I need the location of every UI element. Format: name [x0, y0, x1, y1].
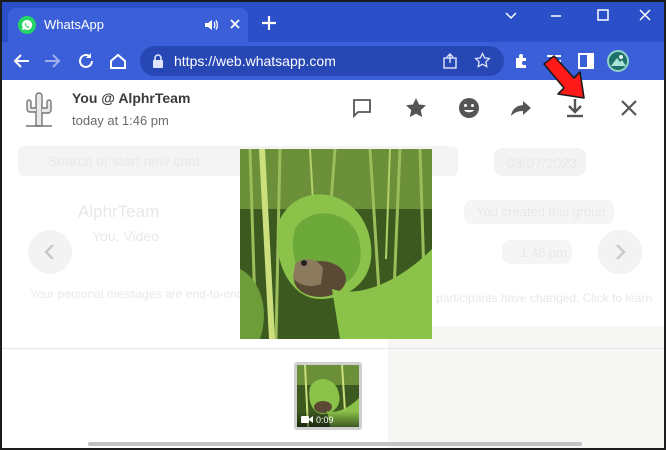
speaker-icon[interactable]	[203, 17, 219, 33]
bookmark-star-icon[interactable]	[474, 52, 491, 69]
whatsapp-page: Search or start new chat 03/07/2023 Alph…	[2, 80, 664, 448]
background-image-area	[388, 326, 664, 448]
browser-window: WhatsApp https://web.whatsapp.com Search…	[0, 0, 666, 450]
background-encryption-notice: Your personal messages are end-to-end	[30, 287, 244, 301]
video-camera-icon	[301, 416, 313, 423]
background-date-text: 03/07/2023	[507, 155, 578, 171]
close-icon[interactable]	[617, 96, 641, 120]
next-media-button[interactable]	[598, 230, 642, 274]
media-preview[interactable]	[240, 149, 432, 339]
profile-avatar[interactable]	[607, 50, 629, 72]
close-window-icon[interactable]	[634, 7, 656, 25]
sent-time: today at 1:46 pm	[72, 113, 169, 128]
lock-icon[interactable]	[152, 54, 164, 68]
emoji-icon[interactable]	[457, 96, 481, 120]
background-time-text: 1:46 pm	[520, 245, 567, 260]
red-annotation-arrow	[543, 55, 585, 99]
background-chat-preview: You, Video	[92, 228, 159, 244]
new-tab-icon[interactable]	[260, 14, 278, 32]
title-bar: WhatsApp	[2, 2, 664, 42]
thumbnail-scrollbar[interactable]	[88, 442, 582, 446]
background-chat-name: AlphrTeam	[78, 202, 160, 221]
minimize-icon[interactable]	[545, 7, 567, 25]
forward-icon[interactable]	[509, 96, 533, 120]
chevron-left-icon	[44, 244, 54, 260]
whatsapp-favicon-icon	[18, 16, 36, 34]
bird-nest-photo	[240, 149, 432, 339]
star-icon[interactable]	[404, 96, 428, 120]
previous-media-button[interactable]	[28, 230, 72, 274]
cactus-avatar[interactable]	[20, 88, 56, 128]
close-tab-icon[interactable]	[228, 17, 242, 31]
extensions-puzzle-icon[interactable]	[512, 51, 532, 71]
background-system-message: You created this group	[476, 204, 606, 219]
background-search-text: Search or start new chat	[48, 153, 200, 169]
chevron-right-icon	[616, 244, 626, 260]
video-duration: 0:09	[316, 415, 334, 425]
share-icon[interactable]	[442, 53, 458, 69]
background-participant-notice: participants have changed. Click to lear…	[436, 291, 653, 305]
browser-tab[interactable]: WhatsApp	[8, 8, 248, 42]
reload-icon[interactable]	[76, 51, 96, 71]
tab-title: WhatsApp	[44, 17, 104, 32]
message-icon[interactable]	[350, 96, 374, 120]
url-text: https://web.whatsapp.com	[174, 53, 336, 69]
media-thumbnail[interactable]: 0:09	[294, 362, 362, 430]
chevron-down-icon[interactable]	[500, 7, 522, 25]
maximize-icon[interactable]	[592, 7, 614, 25]
address-bar[interactable]: https://web.whatsapp.com	[140, 46, 504, 76]
forward-arrow-icon[interactable]	[42, 51, 62, 71]
back-arrow-icon[interactable]	[12, 51, 32, 71]
thumbnail-separator	[2, 348, 664, 349]
home-icon[interactable]	[108, 51, 128, 71]
sender-name: You @ AlphrTeam	[72, 90, 191, 106]
